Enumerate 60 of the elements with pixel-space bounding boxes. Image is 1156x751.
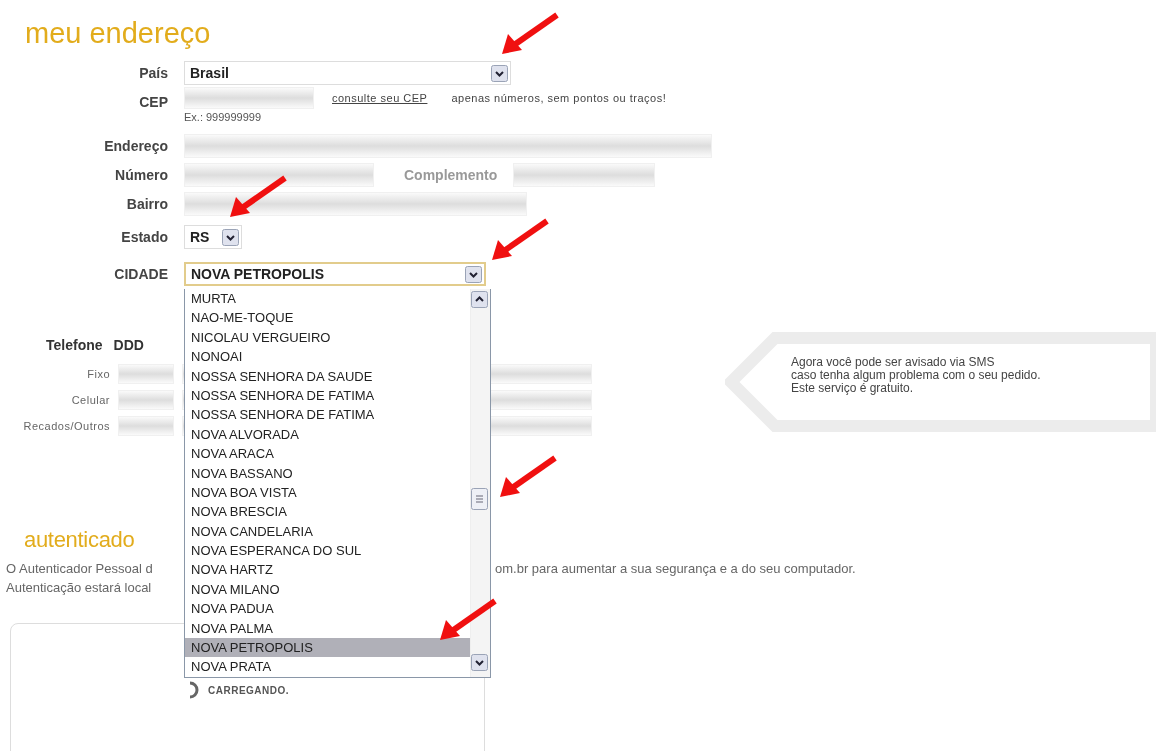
city-option[interactable]: NOVA BASSANO <box>185 463 470 483</box>
select-field[interactable]: RS <box>184 225 242 249</box>
city-option[interactable]: NOVA BOA VISTA <box>185 482 470 503</box>
city-option[interactable]: NOVA ARACA <box>185 444 470 464</box>
scrollbar-thumb[interactable] <box>471 488 488 510</box>
city-option[interactable]: NOVA HARTZ <box>185 560 470 580</box>
arrow-icon <box>228 175 288 219</box>
phone-type-label: Celular <box>70 394 110 406</box>
city-option[interactable]: NOSSA SENHORA DE FATIMA <box>185 405 470 425</box>
paragraph-text: om.br para aumentar a sua segurança e a do seu computador. <box>495 561 857 576</box>
field-label: Complemento <box>404 166 498 183</box>
sms-tip-text: Agora você pode ser avisado via SMS caso tenha algum problema com o seu pedido. Este serviço é gratuito. <box>791 356 1041 395</box>
field-label: Bairro <box>125 196 168 212</box>
input-field[interactable] <box>184 133 712 158</box>
city-option[interactable]: NOVA ESPERANCA DO SUL <box>185 541 470 561</box>
field-label: País <box>138 65 168 81</box>
arrow-icon <box>500 12 560 56</box>
field-label: Endereço <box>103 137 168 154</box>
city-option[interactable]: NOVA BRESCIA <box>185 502 470 522</box>
hint-text: apenas números, sem pontos ou traços! <box>451 92 667 104</box>
input-field[interactable] <box>513 162 656 187</box>
cep-link[interactable]: consulte seu CEP <box>332 92 428 104</box>
city-option[interactable]: NICOLAU VERGUEIRO <box>185 327 470 348</box>
city-option[interactable]: NAO-ME-TOQUE <box>185 308 470 328</box>
ddd-label: DDD <box>113 337 144 353</box>
field-label: Estado <box>120 229 168 245</box>
section-title: meu endereço <box>25 16 211 51</box>
input-field[interactable] <box>184 192 527 216</box>
arrow-icon <box>498 455 558 499</box>
field-label: CEP <box>138 93 168 110</box>
phone-label: Telefone <box>46 337 103 353</box>
city-option[interactable]: NOVA PALMA <box>185 618 470 639</box>
input-field[interactable] <box>184 162 374 187</box>
ddd-field[interactable] <box>118 416 174 436</box>
field-label: CIDADE <box>113 266 168 282</box>
city-option[interactable]: NOVA PETROPOLIS <box>185 638 470 658</box>
field-label: Número <box>114 166 168 183</box>
city-option[interactable]: NOSSA SENHORA DE FATIMA <box>185 385 470 406</box>
paragraph-text: Autenticação estará local <box>6 580 153 595</box>
phone-type-label: Recados/Outros <box>22 420 110 432</box>
city-option[interactable]: NOVA CANDELARIA <box>185 521 470 542</box>
city-option[interactable]: NOVA PADUA <box>185 599 470 619</box>
city-option[interactable]: NONOAI <box>185 347 470 367</box>
section-title: autenticado <box>24 526 135 554</box>
ddd-field[interactable] <box>118 364 174 384</box>
city-option[interactable]: NOVA MILANO <box>185 579 470 600</box>
city-option[interactable]: NOVA PRATA <box>185 657 470 677</box>
input-field[interactable] <box>184 87 314 109</box>
city-option[interactable]: NOSSA SENHORA DA SAUDE <box>185 366 470 386</box>
phone-type-label: Fixo <box>86 368 110 380</box>
loading-text: CARREGANDO. <box>208 684 290 696</box>
city-option[interactable]: NOVA ALVORADA <box>185 424 470 445</box>
arrow-icon <box>438 598 498 642</box>
ddd-field[interactable] <box>118 390 174 410</box>
select-field[interactable]: Brasil <box>184 61 511 85</box>
select-field[interactable]: NOVA PETROPOLIS <box>184 262 486 286</box>
example-text: Ex.: 999999999 <box>184 111 263 123</box>
paragraph-text: O Autenticador Pessoal d <box>6 561 154 576</box>
city-option[interactable]: MURTA <box>185 289 470 309</box>
arrow-icon <box>490 218 550 262</box>
